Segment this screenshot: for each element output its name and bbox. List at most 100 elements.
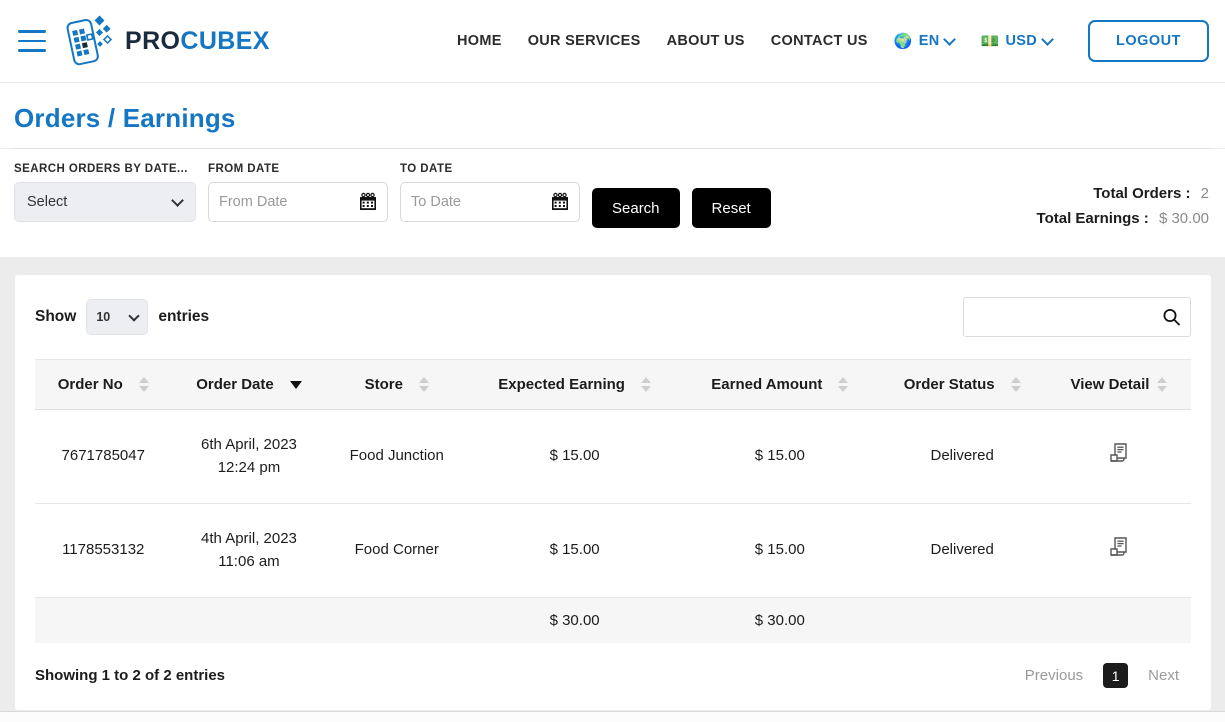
cell-order-status: Delivered [877,503,1047,598]
cell-earned-amount: $ 15.00 [682,503,878,598]
sort-icon[interactable] [418,377,429,392]
footer-blank [171,597,327,643]
brand-name-part2: CUBEX [180,26,270,55]
brand-name-part1: PRO [125,26,181,55]
orders-table-card: Show 10 entries Order No Order Date Stor… [15,275,1211,710]
footer-earned-total: $ 30.00 [682,597,878,643]
search-by-date-select[interactable]: Select [14,182,196,222]
cell-order-no: 7671785047 [35,409,172,504]
summary-totals: Total Orders : 2 Total Earnings : $ 30.0… [1037,163,1209,235]
total-orders-label: Total Orders : [1093,185,1191,202]
view-detail-button[interactable] [1108,536,1130,558]
currency-label: USD [1005,33,1037,49]
cell-store: Food Corner [326,503,468,598]
sort-icon[interactable] [640,377,651,392]
cell-order-no: 1178553132 [35,503,172,598]
order-date-text: 6th April, 2023 [201,436,297,453]
column-label: Expected Earning [498,376,625,393]
search-by-date-value: Select [27,194,68,210]
page-footer [0,711,1225,722]
column-label: Order No [57,376,123,393]
logout-button[interactable]: LOGOUT [1087,20,1209,62]
page-length-select[interactable]: 10 [86,299,149,335]
sort-icon[interactable] [838,377,849,392]
globe-icon: 🌍 [893,32,913,50]
table-pagination-bar: Showing 1 to 2 of 2 entries Previous 1 N… [35,661,1191,690]
search-button[interactable]: Search [592,188,680,228]
filters-bar: SEARCH ORDERS BY DATE... Select FROM DAT… [0,149,1225,257]
pagination-next[interactable]: Next [1136,661,1191,690]
column-header-expected-earning[interactable]: Expected Earning [467,359,683,410]
nav-item-about-us[interactable]: ABOUT US [667,33,745,49]
nav-item-contact-us[interactable]: CONTACT US [771,33,868,49]
view-detail-button[interactable] [1108,442,1130,464]
brand-name: PROCUBEX [125,27,270,56]
pagination-page-1[interactable]: 1 [1103,663,1129,688]
order-time-text: 11:06 am [218,552,280,570]
column-label: Order Date [196,376,274,393]
calendar-icon[interactable] [550,192,570,212]
cell-store: Food Junction [326,409,468,504]
store-name: Food Corner [354,541,439,559]
page-title: Orders / Earnings [0,83,1225,148]
column-label: Order Status [903,376,995,393]
pagination: Previous 1 Next [1013,661,1191,690]
receipt-icon [1110,537,1127,556]
showing-entries-text: Showing 1 to 2 of 2 entries [35,667,226,684]
page-length-value: 10 [96,310,111,324]
column-label: Earned Amount [711,376,823,393]
footer-blank [1046,597,1191,643]
from-date-input[interactable]: From Date [208,182,388,222]
total-earnings-label: Total Earnings : [1036,210,1149,227]
cell-view-detail [1046,503,1191,598]
column-header-order-status[interactable]: Order Status [877,359,1047,410]
from-date-label: FROM DATE [208,163,280,175]
nav-item-home[interactable]: HOME [457,33,502,49]
table-footer-row: $ 30.00 $ 30.00 [35,597,1191,643]
total-earnings-row: Total Earnings : $ 30.00 [1037,210,1209,227]
from-date-placeholder: From Date [219,194,288,210]
footer-blank [877,597,1047,643]
cell-earned-amount: $ 15.00 [682,409,878,504]
reset-button[interactable]: Reset [691,188,771,228]
money-icon: 💵 [980,32,1000,50]
footer-blank [35,597,172,643]
pagination-previous[interactable]: Previous [1013,661,1095,690]
table-controls: Show 10 entries [35,297,1191,337]
footer-expected-total: $ 30.00 [467,597,683,643]
main-navigation: HOME OUR SERVICES ABOUT US CONTACT US 🌍 … [457,20,1209,62]
to-date-field: TO DATE To Date [400,163,580,222]
column-header-order-date[interactable]: Order Date [171,359,327,410]
language-selector[interactable]: 🌍 EN [893,32,957,50]
table-body: 7671785047 6th April, 2023 12:24 pm Food… [35,409,1191,598]
column-label: Store [364,376,403,393]
entries-label: entries [158,308,210,325]
chevron-down-icon [171,193,184,207]
order-time-text: 12:24 pm [217,458,281,476]
to-date-input[interactable]: To Date [400,182,580,222]
search-by-date-field: SEARCH ORDERS BY DATE... Select [14,163,196,222]
column-header-store[interactable]: Store [326,359,468,410]
total-earnings-value: $ 30.00 [1158,210,1209,227]
search-input[interactable] [963,297,1191,337]
nav-item-our-services[interactable]: OUR SERVICES [528,33,641,49]
column-header-order-no[interactable]: Order No [35,359,172,410]
column-header-view-detail[interactable]: View Detail [1046,359,1191,410]
cell-order-status: Delivered [877,409,1047,504]
to-date-placeholder: To Date [411,194,461,210]
column-header-earned-amount[interactable]: Earned Amount [682,359,878,410]
to-date-label: TO DATE [400,163,453,175]
sort-icon[interactable] [138,377,149,392]
sort-icon[interactable] [1010,377,1021,392]
search-by-date-label: SEARCH ORDERS BY DATE... [14,163,188,175]
sort-icon[interactable] [1157,377,1168,392]
store-name: Food Junction [349,447,444,465]
calendar-icon[interactable] [358,192,378,212]
brand-logo[interactable]: PROCUBEX [60,13,270,69]
hamburger-bar [18,30,46,33]
cell-expected-earning: $ 15.00 [467,503,683,598]
hamburger-icon[interactable] [18,30,46,52]
footer-blank [326,597,468,643]
currency-selector[interactable]: 💵 USD [980,32,1054,50]
sort-desc-icon[interactable] [289,380,302,389]
